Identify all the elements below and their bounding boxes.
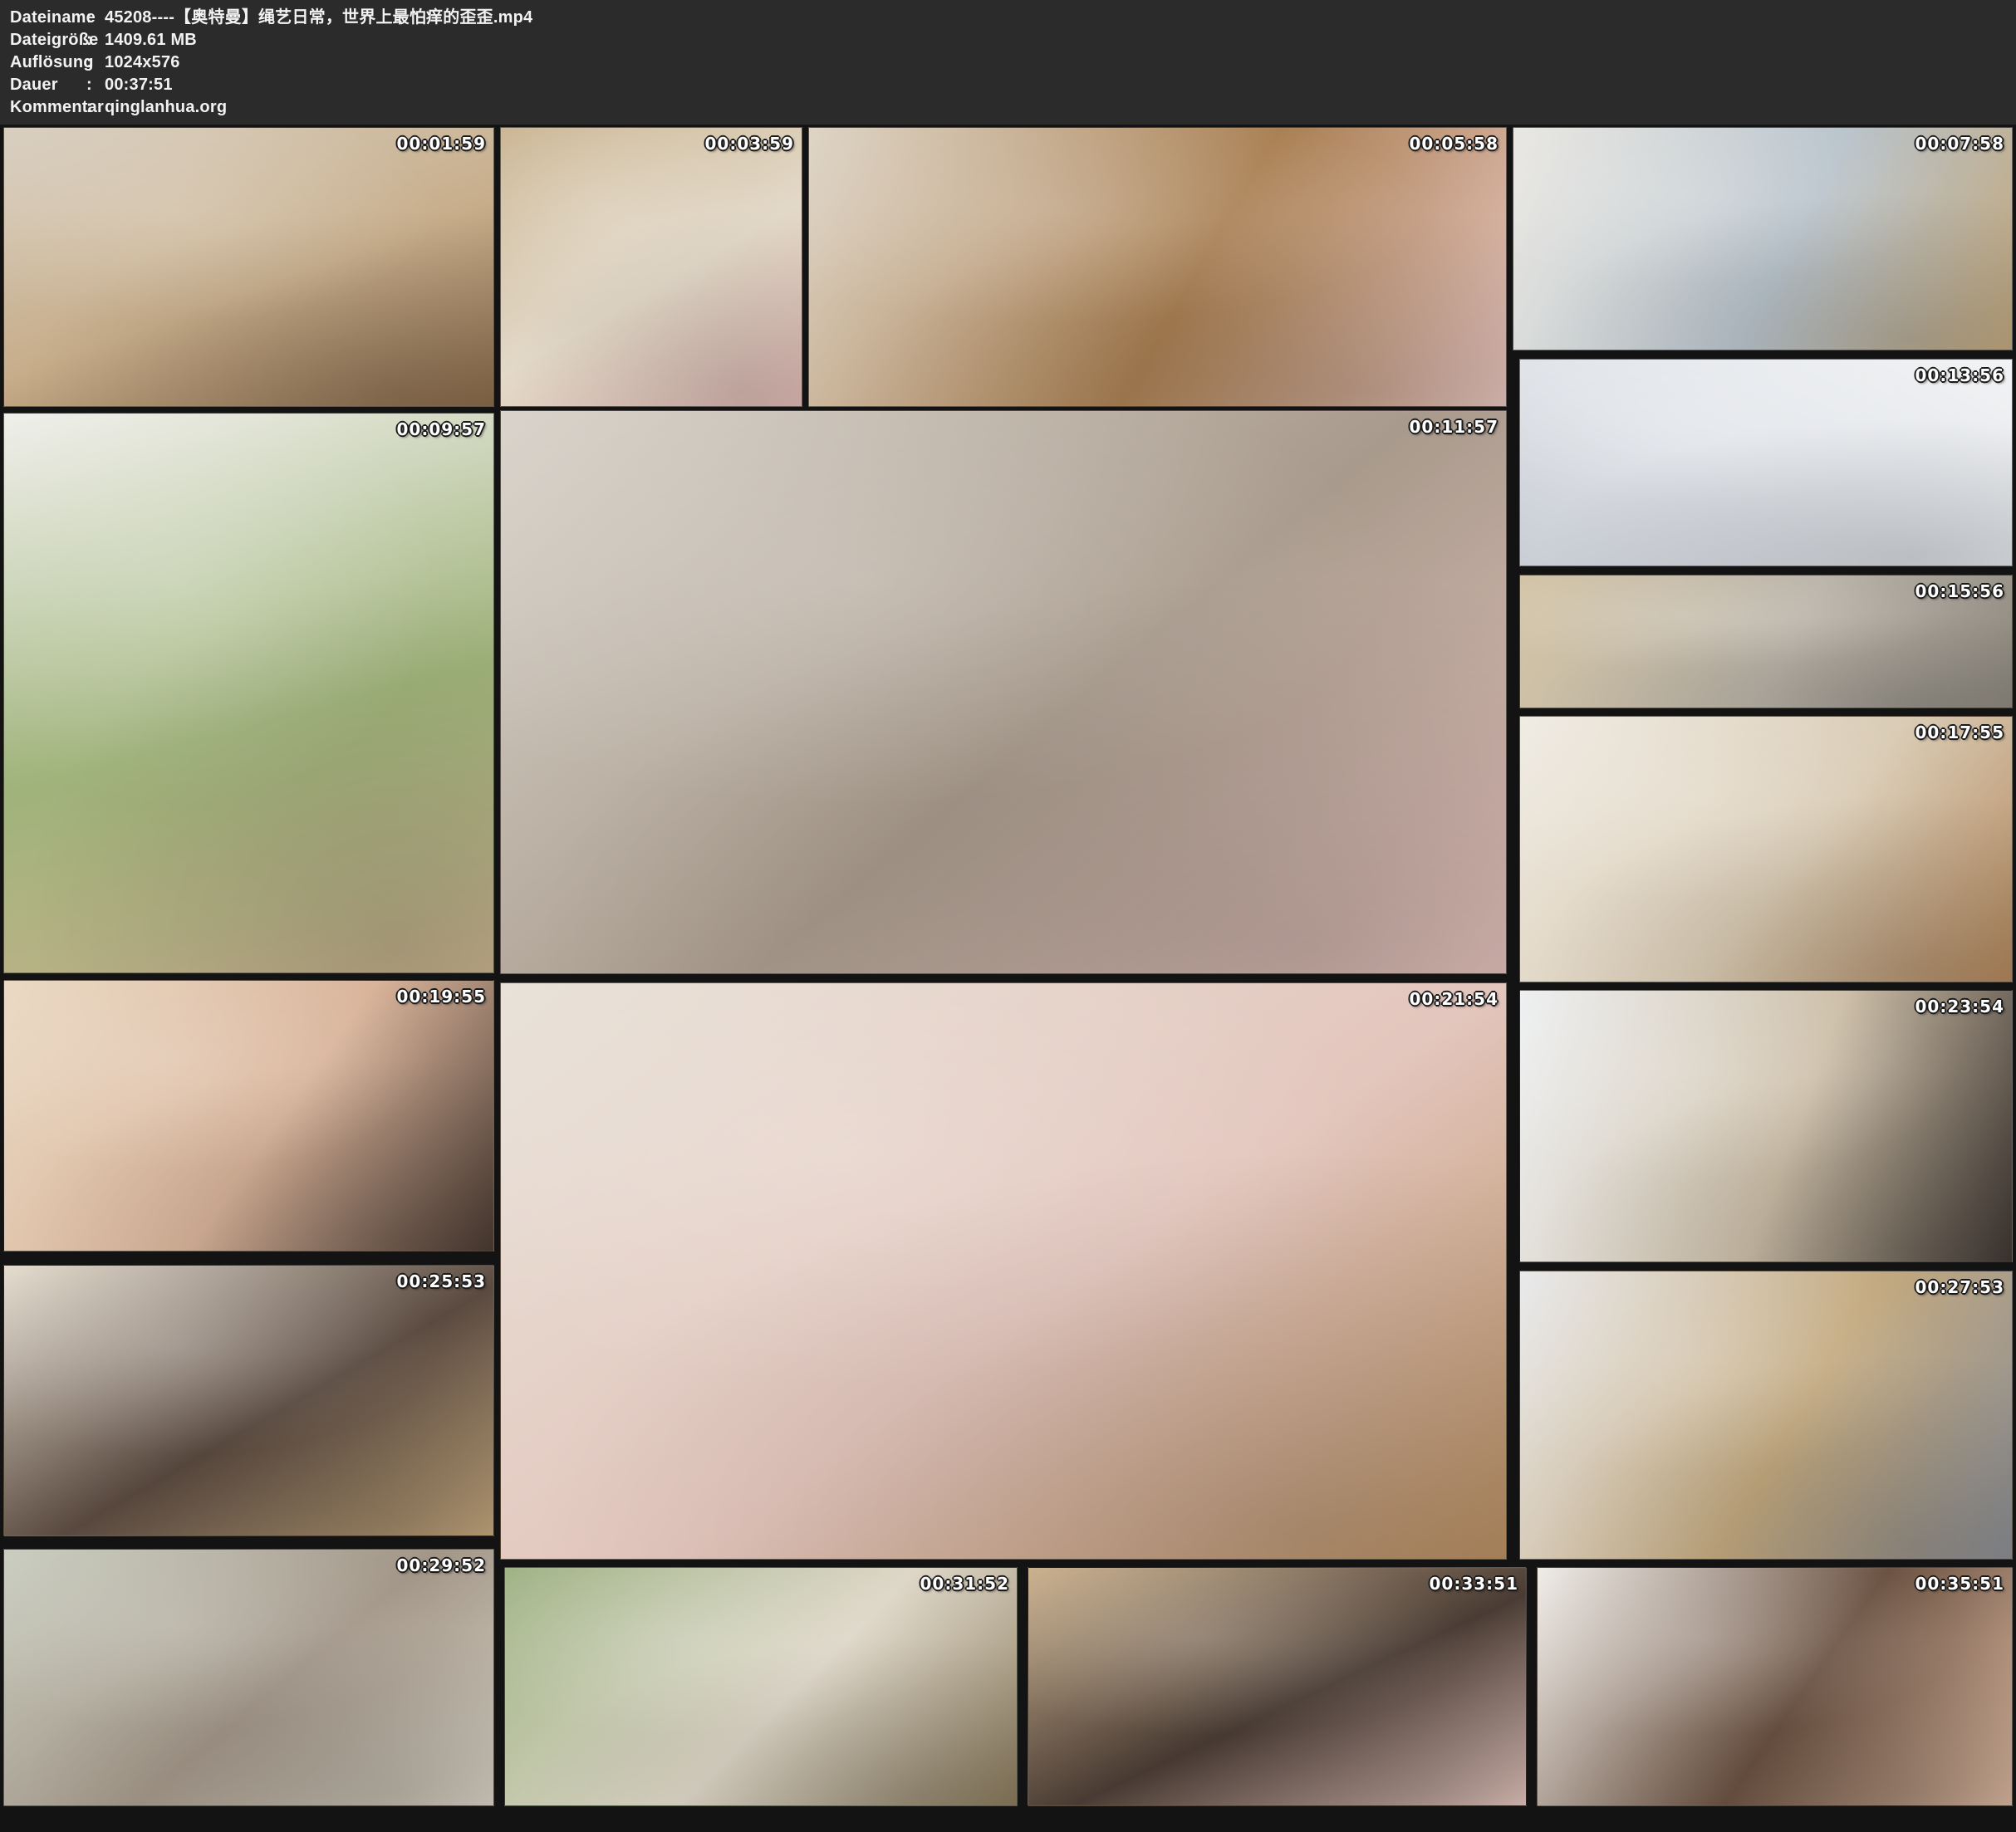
timestamp-badge: 00:07:58 bbox=[1915, 134, 2005, 154]
timestamp-badge: 00:17:55 bbox=[1915, 723, 2005, 742]
video-thumbnail[interactable]: 00:05:58 bbox=[808, 127, 1507, 407]
video-thumbnail[interactable]: 00:29:52 bbox=[3, 1549, 494, 1806]
meta-value-filename: 45208----【奥特曼】绳艺日常，世界上最怕痒的歪歪.mp4 bbox=[105, 7, 532, 29]
timestamp-badge: 00:01:59 bbox=[397, 134, 487, 154]
timestamp-badge: 00:31:52 bbox=[920, 1574, 1010, 1594]
meta-separator: : bbox=[86, 74, 105, 96]
video-thumbnail[interactable]: 00:17:55 bbox=[1519, 716, 2013, 982]
video-thumbnail[interactable]: 00:15:56 bbox=[1519, 575, 2013, 708]
meta-label: Kommentar bbox=[10, 96, 86, 119]
contact-sheet: 00:01:59 00:03:59 00:05:58 00:07:58 00:09:57… bbox=[0, 0, 2016, 1832]
video-thumbnail[interactable]: 00:09:57 bbox=[3, 413, 494, 973]
timestamp-badge: 00:25:53 bbox=[397, 1271, 487, 1291]
meta-row-comment: Kommentar : qinglanhua.org bbox=[10, 96, 2016, 119]
timestamp-badge: 00:33:51 bbox=[1430, 1574, 1519, 1594]
meta-label: Auflösung bbox=[10, 51, 86, 74]
meta-row-filesize: Dateigröße : 1409.61 MB bbox=[10, 29, 2016, 51]
timestamp-badge: 00:09:57 bbox=[397, 419, 487, 439]
timestamp-badge: 00:19:55 bbox=[397, 987, 487, 1007]
metadata-header: Dateiname : 45208----【奥特曼】绳艺日常，世界上最怕痒的歪歪… bbox=[0, 0, 2016, 125]
meta-value-filesize: 1409.61 MB bbox=[105, 29, 197, 51]
meta-row-resolution: Auflösung : 1024x576 bbox=[10, 51, 2016, 74]
video-thumbnail[interactable]: 00:33:51 bbox=[1028, 1567, 1527, 1806]
video-thumbnail[interactable]: 00:13:56 bbox=[1519, 359, 2013, 566]
meta-label: Dateiname bbox=[10, 7, 86, 29]
timestamp-badge: 00:29:52 bbox=[397, 1555, 487, 1575]
video-thumbnail[interactable]: 00:03:59 bbox=[500, 127, 802, 407]
meta-separator: : bbox=[86, 29, 105, 51]
timestamp-badge: 00:03:59 bbox=[705, 134, 795, 154]
timestamp-badge: 00:27:53 bbox=[1915, 1277, 2005, 1297]
meta-separator: : bbox=[86, 51, 105, 74]
meta-value-comment: qinglanhua.org bbox=[105, 96, 227, 119]
timestamp-badge: 00:05:58 bbox=[1410, 134, 1499, 154]
video-thumbnail[interactable]: 00:01:59 bbox=[3, 127, 494, 407]
video-thumbnail[interactable]: 00:11:57 bbox=[500, 410, 1507, 974]
timestamp-badge: 00:23:54 bbox=[1915, 997, 2005, 1016]
video-thumbnail[interactable]: 00:07:58 bbox=[1513, 127, 2013, 350]
video-thumbnail[interactable]: 00:21:54 bbox=[500, 982, 1507, 1560]
meta-value-resolution: 1024x576 bbox=[105, 51, 180, 74]
timestamp-badge: 00:35:51 bbox=[1915, 1574, 2005, 1594]
video-thumbnail[interactable]: 00:31:52 bbox=[504, 1567, 1018, 1806]
video-thumbnail[interactable]: 00:27:53 bbox=[1519, 1271, 2013, 1560]
meta-label: Dateigröße bbox=[10, 29, 86, 51]
meta-separator: : bbox=[86, 96, 105, 119]
timestamp-badge: 00:13:56 bbox=[1915, 365, 2005, 385]
video-thumbnail[interactable]: 00:23:54 bbox=[1519, 990, 2013, 1262]
meta-row-filename: Dateiname : 45208----【奥特曼】绳艺日常，世界上最怕痒的歪歪… bbox=[10, 7, 2016, 29]
meta-separator: : bbox=[86, 7, 105, 29]
timestamp-badge: 00:21:54 bbox=[1410, 989, 1499, 1009]
video-thumbnail[interactable]: 00:19:55 bbox=[3, 980, 494, 1252]
thumbnail-grid: 00:01:59 00:03:59 00:05:58 00:07:58 00:09:57… bbox=[0, 0, 2016, 1832]
meta-label: Dauer bbox=[10, 74, 86, 96]
meta-row-duration: Dauer : 00:37:51 bbox=[10, 74, 2016, 96]
video-thumbnail[interactable]: 00:35:51 bbox=[1537, 1567, 2013, 1806]
meta-value-duration: 00:37:51 bbox=[105, 74, 173, 96]
timestamp-badge: 00:11:57 bbox=[1410, 417, 1499, 437]
timestamp-badge: 00:15:56 bbox=[1915, 581, 2005, 601]
video-thumbnail[interactable]: 00:25:53 bbox=[3, 1265, 494, 1536]
